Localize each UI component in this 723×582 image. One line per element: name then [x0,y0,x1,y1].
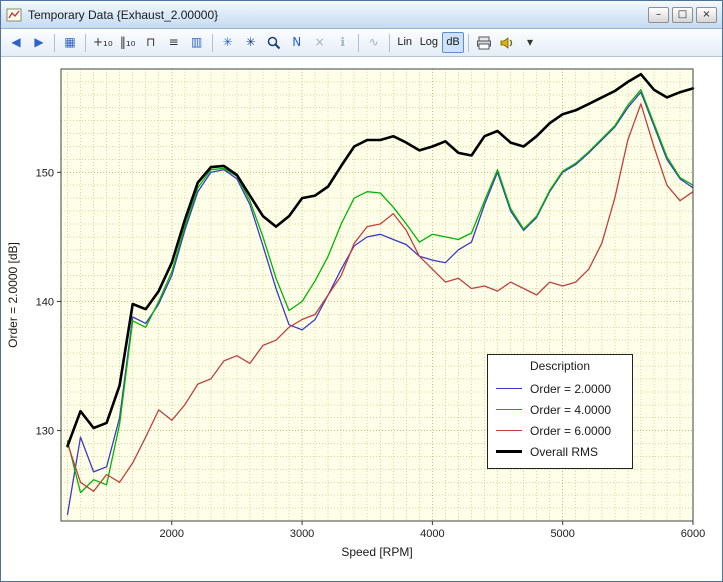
legend-item: Order = 4.0000 [496,399,624,420]
harmonic-cursor-button[interactable]: ⊓ [140,32,162,53]
lin-button[interactable]: Lin [394,32,416,53]
legend-rows: Order = 2.0000 Order = 4.0000 Order = 6.00… [496,378,624,462]
legend-swatch [496,450,522,453]
toolbar: ◀▶ ▦ +₁₀‖₁₀⊓≡▥ ✳✳ N×ℹ ∿ LinLogdB ▾ [1,29,722,57]
play-button[interactable]: ▶ [28,32,50,53]
db-button[interactable]: dB [442,32,464,53]
print-button[interactable] [473,32,495,53]
x-tick-label: 2000 [160,528,184,540]
window-icon [6,7,22,23]
y-tick-label: 140 [36,296,54,308]
legend[interactable]: Description Order = 2.0000 Order = 4.0000… [487,354,633,469]
legend-swatch [496,388,522,389]
legend-item: Order = 6.0000 [496,420,624,441]
app-window: Temporary Data {Exhaust_2.00000} – □ × ◀… [0,0,723,582]
previous-button[interactable]: ◀ [5,32,27,53]
toolbar-separator [54,34,55,52]
annotate-button[interactable]: N [286,32,308,53]
toolbar-separator [358,34,359,52]
toolbar-separator [468,34,469,52]
zoom-button[interactable] [263,32,285,53]
y-tick-label: 150 [36,167,54,179]
wave-cursor-button[interactable]: ∿ [363,32,385,53]
zoom-x-button[interactable]: ✳ [217,32,239,53]
legend-item: Overall RMS [496,441,624,462]
reference-lines-button[interactable]: ≡ [163,32,185,53]
legend-label: Overall RMS [530,445,598,459]
close-button[interactable]: × [696,7,717,23]
x-tick-label: 6000 [681,528,705,540]
log-button[interactable]: Log [417,32,441,53]
delete-button[interactable]: × [309,32,331,53]
window-layout-button[interactable]: ▦ [59,32,81,53]
legend-label: Order = 6.0000 [530,424,611,438]
window-controls: – □ × [645,7,717,23]
legend-label: Order = 2.0000 [530,382,611,396]
info-button[interactable]: ℹ [332,32,354,53]
x-axis-label: Speed [RPM] [341,545,412,559]
x-tick-label: 3000 [290,528,314,540]
legend-label: Order = 4.0000 [530,403,611,417]
title-bar: Temporary Data {Exhaust_2.00000} – □ × [1,1,722,29]
toolbar-overflow-button[interactable]: ▾ [519,32,541,53]
x-tick-label: 5000 [550,528,574,540]
window-title: Temporary Data {Exhaust_2.00000} [28,8,645,22]
y-axis-label: Order = 2.0000 [dB] [6,242,20,348]
x-tick-label: 4000 [420,528,444,540]
maximize-button[interactable]: □ [672,7,693,23]
minimize-button[interactable]: – [648,7,669,23]
toolbar-separator [85,34,86,52]
legend-title: Description [496,359,624,373]
waterfall-button[interactable]: ▥ [186,32,208,53]
sound-button[interactable] [496,32,518,53]
zoom-y-button[interactable]: ✳ [240,32,262,53]
y-tick-label: 130 [36,426,54,438]
toolbar-separator [212,34,213,52]
toolbar-separator [389,34,390,52]
chart-area: 2000 3000 4000 5000 6000 130 140 150 Speed [RPM]… [1,57,722,582]
single-cursor-button[interactable]: +₁₀ [90,32,116,53]
legend-swatch [496,430,522,431]
legend-swatch [496,409,522,410]
chart[interactable]: 2000 3000 4000 5000 6000 130 140 150 Speed [RPM]… [1,57,722,582]
legend-item: Order = 2.0000 [496,378,624,399]
double-cursor-button[interactable]: ‖₁₀ [117,32,139,53]
